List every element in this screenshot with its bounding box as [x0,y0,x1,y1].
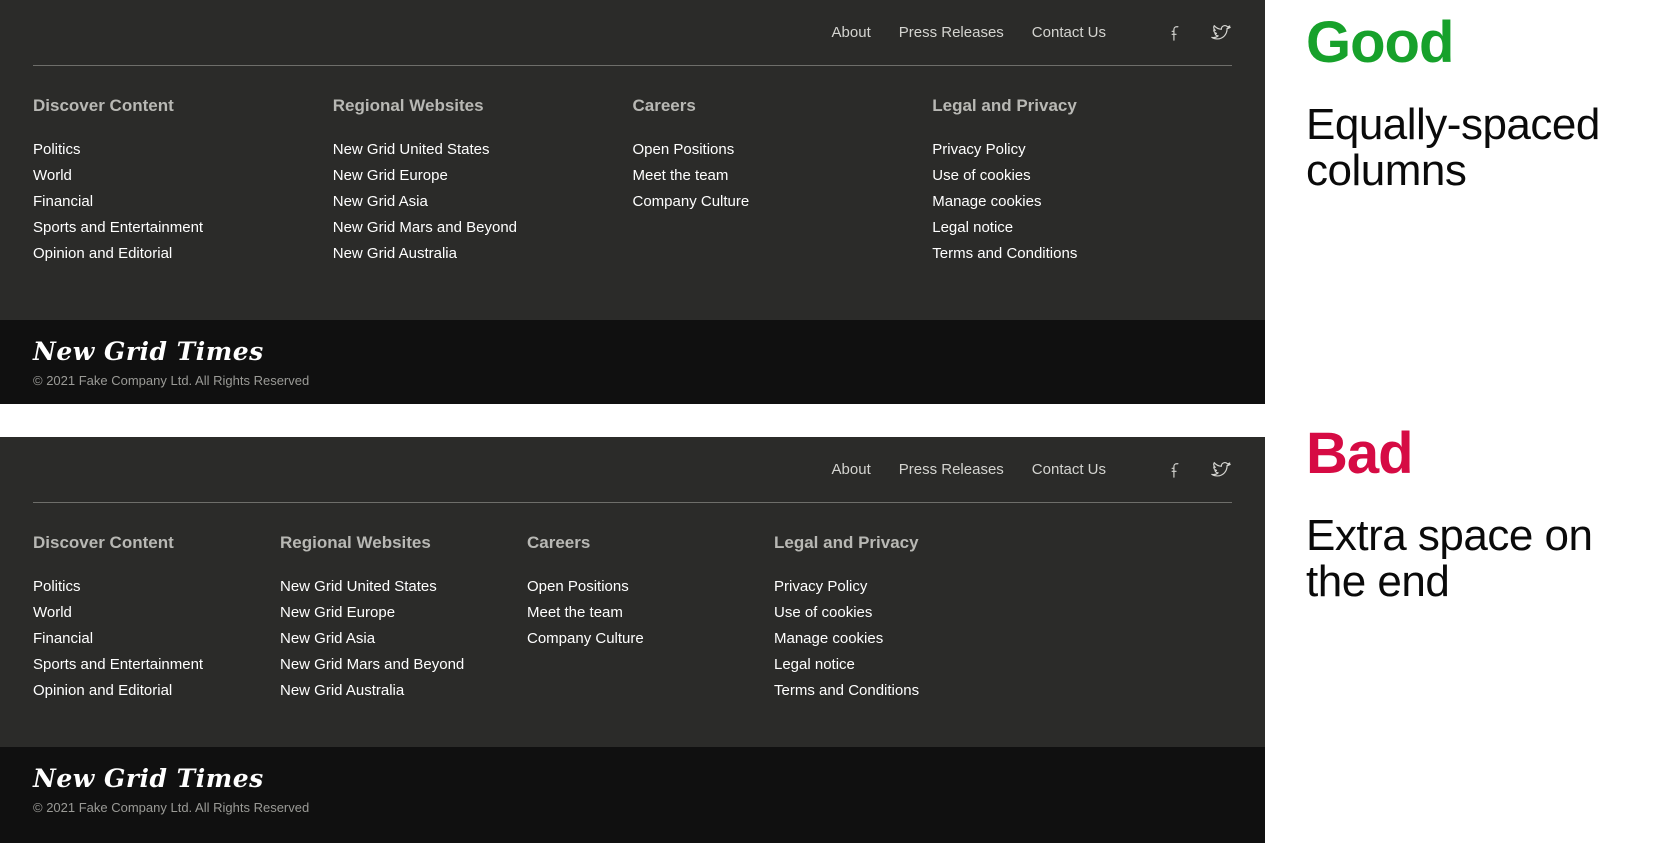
footer-link[interactable]: New Grid United States [280,574,527,600]
footer-bottom-good: New Grid Times © 2021 Fake Company Ltd. … [0,320,1265,404]
footer-column-discover-content: Discover Content Politics World Financia… [33,534,280,704]
footer-columns-bad: Discover Content Politics World Financia… [33,503,1232,704]
footer-link[interactable]: World [33,600,280,626]
column-title: Careers [527,533,591,552]
annotation-bad: Bad Extra space on the end [1306,425,1646,605]
topnav-link-press-releases[interactable]: Press Releases [899,25,1004,40]
copyright-text: © 2021 Fake Company Ltd. All Rights Rese… [33,373,310,388]
column-link-list: Open Positions Meet the team Company Cul… [633,137,933,215]
footer-link[interactable]: Open Positions [633,137,933,163]
footer-link[interactable]: Manage cookies [774,626,1021,652]
footer-column-regional-websites: Regional Websites New Grid United States… [280,534,527,704]
twitter-icon[interactable] [1210,459,1232,481]
footer-link[interactable]: Legal notice [774,652,1021,678]
column-title: Regional Websites [280,533,431,552]
column-title: Legal and Privacy [774,533,919,552]
footer-link[interactable]: Privacy Policy [932,137,1232,163]
column-link-list: New Grid United States New Grid Europe N… [280,574,527,704]
column-link-list: Privacy Policy Use of cookies Manage coo… [932,137,1232,267]
annotation-good: Good Equally-spaced columns [1306,14,1646,194]
footer-column-careers: Careers Open Positions Meet the team Com… [527,534,774,704]
footer-link[interactable]: Opinion and Editorial [33,678,280,704]
footer-example-bad: About Press Releases Contact Us Discover… [0,437,1265,843]
annotation-verdict-bad: Bad [1306,421,1414,486]
footer-bottom-bad: New Grid Times © 2021 Fake Company Ltd. … [0,747,1265,843]
annotation-description-good: Equally-spaced columns [1306,100,1600,196]
topnav-link-contact-us[interactable]: Contact Us [1032,462,1106,477]
footer-link[interactable]: Use of cookies [932,163,1232,189]
column-link-list: New Grid United States New Grid Europe N… [333,137,633,267]
footer-link[interactable]: New Grid United States [333,137,633,163]
footer-link[interactable]: World [33,163,333,189]
footer-link[interactable]: New Grid Asia [280,626,527,652]
footer-link[interactable]: Use of cookies [774,600,1021,626]
footer-link[interactable]: New Grid Europe [280,600,527,626]
column-link-list: Politics World Financial Sports and Ente… [33,574,280,704]
brand-logo: New Grid Times [33,764,264,793]
social-links-good [1164,22,1232,44]
footer-columns-good: Discover Content Politics World Financia… [33,66,1232,267]
topnav-links-bad: About Press Releases Contact Us [832,462,1106,477]
footer-link[interactable]: New Grid Australia [280,678,527,704]
footer-topnav-bad: About Press Releases Contact Us [33,437,1232,503]
footer-link[interactable]: Politics [33,137,333,163]
footer-link[interactable]: Open Positions [527,574,774,600]
topnav-link-about[interactable]: About [832,25,871,40]
footer-link[interactable]: Financial [33,189,333,215]
annotation-verdict-good: Good [1306,10,1454,75]
column-title: Discover Content [33,96,174,115]
column-title: Discover Content [33,533,174,552]
footer-link[interactable]: Sports and Entertainment [33,215,333,241]
column-link-list: Politics World Financial Sports and Ente… [33,137,333,267]
footer-link[interactable]: Financial [33,626,280,652]
footer-link[interactable]: Meet the team [633,163,933,189]
footer-link[interactable]: Company Culture [633,189,933,215]
footer-link[interactable]: Terms and Conditions [932,241,1232,267]
footer-link[interactable]: New Grid Europe [333,163,633,189]
footer-link[interactable]: Terms and Conditions [774,678,1021,704]
footer-column-legal-and-privacy: Legal and Privacy Privacy Policy Use of … [932,97,1232,267]
footer-main-bad: About Press Releases Contact Us Discover… [0,437,1265,747]
footer-column-discover-content: Discover Content Politics World Financia… [33,97,333,267]
footer-link[interactable]: Opinion and Editorial [33,241,333,267]
facebook-icon[interactable] [1164,22,1186,44]
facebook-icon[interactable] [1164,459,1186,481]
footer-link[interactable]: Manage cookies [932,189,1232,215]
footer-column-legal-and-privacy: Legal and Privacy Privacy Policy Use of … [774,534,1021,704]
footer-main-good: About Press Releases Contact Us Discover… [0,0,1265,320]
footer-link[interactable]: Company Culture [527,626,774,652]
annotation-description-bad: Extra space on the end [1306,511,1593,607]
footer-example-good: About Press Releases Contact Us Discover… [0,0,1265,404]
footer-topnav-good: About Press Releases Contact Us [33,0,1232,66]
footer-column-regional-websites: Regional Websites New Grid United States… [333,97,633,267]
column-title: Careers [632,96,696,115]
footer-link[interactable]: New Grid Mars and Beyond [333,215,633,241]
twitter-icon[interactable] [1210,22,1232,44]
topnav-link-press-releases[interactable]: Press Releases [899,462,1004,477]
social-links-bad [1164,459,1232,481]
footer-link[interactable]: Sports and Entertainment [33,652,280,678]
footer-column-careers: Careers Open Positions Meet the team Com… [633,97,933,267]
topnav-link-about[interactable]: About [832,462,871,477]
footer-link[interactable]: Meet the team [527,600,774,626]
footer-link[interactable]: Privacy Policy [774,574,1021,600]
copyright-text: © 2021 Fake Company Ltd. All Rights Rese… [33,800,310,815]
topnav-links-good: About Press Releases Contact Us [832,25,1106,40]
footer-link[interactable]: Legal notice [932,215,1232,241]
footer-link[interactable]: New Grid Asia [333,189,633,215]
footer-link[interactable]: New Grid Mars and Beyond [280,652,527,678]
brand-logo: New Grid Times [33,337,264,366]
footer-link[interactable]: New Grid Australia [333,241,633,267]
topnav-link-contact-us[interactable]: Contact Us [1032,25,1106,40]
column-link-list: Privacy Policy Use of cookies Manage coo… [774,574,1021,704]
column-title: Regional Websites [332,96,484,115]
footer-link[interactable]: Politics [33,574,280,600]
column-link-list: Open Positions Meet the team Company Cul… [527,574,774,652]
column-title: Legal and Privacy [932,96,1077,115]
